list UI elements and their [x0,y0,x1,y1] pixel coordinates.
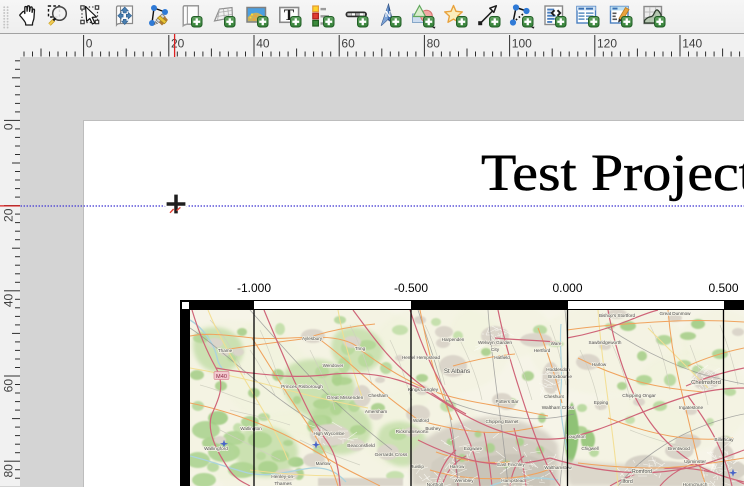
svg-text:Potters Bar: Potters Bar [496,399,519,404]
svg-text:Chelmsford: Chelmsford [691,380,721,386]
svg-text:Sawbridgeworth: Sawbridgeworth [589,340,622,345]
svg-text:Rickmansworth: Rickmansworth [396,429,429,435]
svg-text:Marlow: Marlow [316,461,331,466]
svg-text:Hatfield: Hatfield [494,355,510,360]
svg-text:Hertford: Hertford [534,348,551,353]
svg-text:0: 0 [86,37,93,51]
svg-text:M40: M40 [216,374,227,380]
svg-text:Henley-on-: Henley-on- [271,474,295,480]
svg-text:Bishop's Stortford: Bishop's Stortford [599,313,636,318]
svg-text:80: 80 [1,464,15,478]
svg-text:Kings Langley: Kings Langley [408,387,439,393]
svg-text:Chipping Ongar: Chipping Ongar [622,393,656,399]
svg-text:140: 140 [682,37,702,51]
svg-text:Romford: Romford [632,469,652,475]
svg-text:Brentwood: Brentwood [668,446,690,451]
svg-text:Northolt: Northolt [427,482,444,486]
svg-text:East Finchley: East Finchley [497,462,525,467]
svg-text:40: 40 [1,293,15,307]
svg-text:Cheshunt: Cheshunt [544,394,564,399]
svg-text:100: 100 [512,37,532,51]
svg-text:Ware: Ware [551,341,562,346]
svg-text:Billericay: Billericay [714,437,734,443]
svg-text:Welwyn Garden: Welwyn Garden [478,340,512,346]
svg-text:Thames: Thames [274,481,292,486]
svg-text:Harrow: Harrow [450,464,465,469]
svg-text:Aylesbury: Aylesbury [302,336,323,341]
svg-text:Epping: Epping [594,400,609,405]
svg-text:Wembley: Wembley [454,478,474,483]
svg-text:Wallingford: Wallingford [204,446,228,452]
svg-text:20: 20 [1,208,15,222]
svg-text:Great Missenden: Great Missenden [327,395,364,401]
svg-text:Great Dunmow: Great Dunmow [660,311,692,316]
svg-text:Harpenden: Harpenden [442,337,465,342]
svg-text:60: 60 [1,379,15,393]
svg-text:120: 120 [597,37,617,51]
svg-text:Hemel Hempstead: Hemel Hempstead [402,355,440,360]
svg-text:0: 0 [1,123,15,130]
svg-text:Loughton: Loughton [566,434,586,439]
svg-text:80: 80 [427,37,441,51]
svg-text:Tring: Tring [355,346,366,351]
svg-text:City: City [491,347,500,353]
svg-text:Broxbourne: Broxbourne [548,374,572,379]
svg-text:Edgware: Edgware [464,446,483,451]
svg-text:Chigwell: Chigwell [581,446,598,451]
svg-text:Hornchurch: Hornchurch [683,482,708,486]
svg-text:Chipping Barnet: Chipping Barnet [486,419,520,424]
svg-text:Waltham Cross: Waltham Cross [542,405,575,411]
svg-text:20: 20 [171,37,185,51]
svg-text:Amersham: Amersham [365,409,387,414]
svg-text:Walthamstow: Walthamstow [544,465,572,470]
svg-text:Chesham: Chesham [368,393,388,398]
svg-text:Princes Risborough: Princes Risborough [281,384,323,390]
svg-text:High Wycombe: High Wycombe [313,431,345,436]
svg-text:Hoddesdon: Hoddesdon [546,367,570,372]
svg-text:Hampstead: Hampstead [501,478,525,483]
svg-text:Thame: Thame [218,348,233,353]
svg-text:Ruislip: Ruislip [410,464,424,469]
svg-text:St Albans: St Albans [444,368,470,375]
svg-text:Ingatestone: Ingatestone [679,405,703,410]
svg-text:Wendover: Wendover [323,363,344,368]
svg-text:Upminster: Upminster [684,459,706,465]
svg-text:Bushey: Bushey [425,426,441,431]
svg-text:Watlington: Watlington [240,426,262,431]
svg-text:Ilford: Ilford [621,479,633,485]
svg-text:Watford: Watford [413,418,429,423]
svg-text:Harlow: Harlow [592,362,607,367]
svg-text:60: 60 [341,37,355,51]
svg-text:N: N [384,9,390,19]
svg-text:Beaconsfield: Beaconsfield [347,443,375,449]
svg-text:Gerrards Cross: Gerrards Cross [375,452,408,458]
svg-text:40: 40 [256,37,270,51]
